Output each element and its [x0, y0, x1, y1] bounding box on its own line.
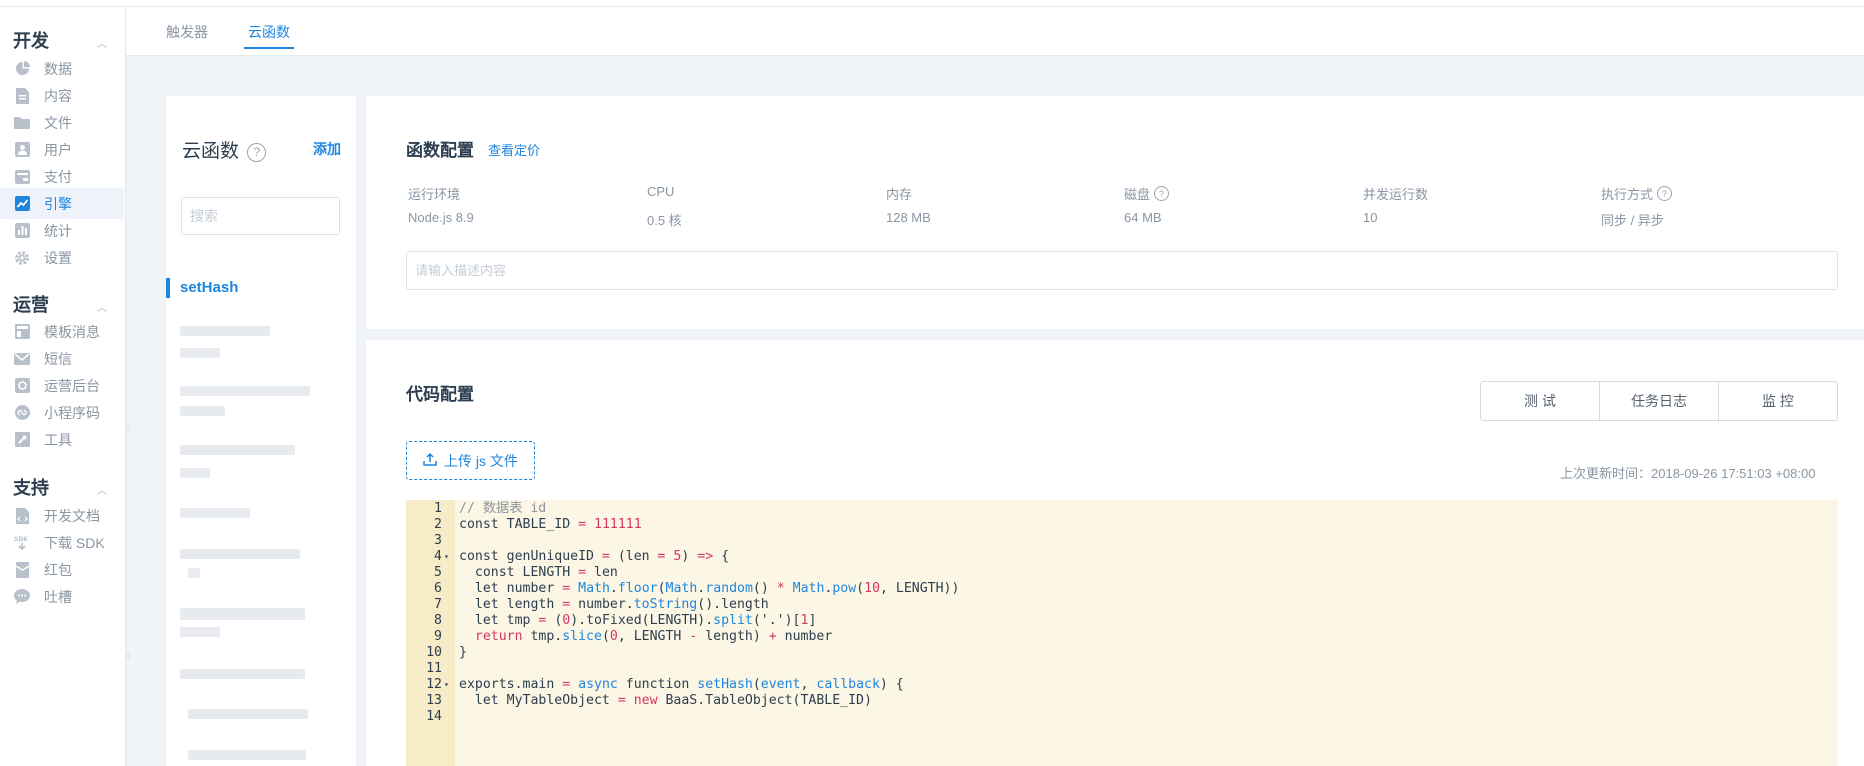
sidebar-item-label: 下载 SDK — [44, 534, 105, 551]
spec-label-concurrency: 并发运行数 — [1363, 184, 1428, 203]
sidebar-item-tools[interactable]: 工具 — [0, 424, 124, 455]
help-icon[interactable]: ? — [247, 142, 267, 162]
function-list-header: 云函数 ? — [182, 136, 267, 163]
chevron-up-icon[interactable]: ︿ — [97, 35, 107, 50]
view-pricing-link[interactable]: 查看定价 — [488, 140, 540, 159]
bar-chart-icon — [13, 222, 31, 240]
svg-text:SDK: SDK — [14, 536, 28, 543]
spec-value-execution-mode: 同步 / 异步 — [1601, 213, 1664, 228]
code-editor[interactable]: 1// 数据表 id 2 const TABLE_ID = 111111 3 4 ▾ con… — [406, 500, 1838, 766]
sidebar-item-label: 内容 — [44, 87, 72, 104]
spec-label-text: 内存 — [886, 187, 913, 202]
upload-label: 上传 js 文件 — [444, 452, 518, 469]
sidebar-item-label: 设置 — [44, 249, 72, 266]
template-icon — [13, 323, 31, 341]
spec-label-text: 运行环境 — [408, 187, 461, 202]
upload-js-button[interactable]: 上传 js 文件 — [406, 441, 535, 480]
spec-value-concurrency: 10 — [1363, 210, 1378, 225]
tab-cloud-functions[interactable]: 云函数 — [248, 22, 290, 42]
spec-label-text: 执行方式 — [1601, 187, 1654, 202]
sidebar-item-label: 工具 — [44, 431, 72, 448]
sidebar-item-label: 支付 — [44, 168, 72, 185]
section-title-develop[interactable]: 开发 — [13, 27, 49, 53]
sidebar-item-label: 用户 — [44, 141, 72, 158]
active-item-indicator — [166, 278, 170, 298]
function-config-title: 函数配置 — [406, 141, 474, 160]
test-button[interactable]: 测 试 — [1481, 382, 1600, 420]
tab-triggers[interactable]: 触发器 — [166, 22, 208, 42]
help-icon[interactable]: ? — [1154, 186, 1170, 201]
function-search-input[interactable] — [181, 197, 340, 235]
sidebar-item-label: 红包 — [44, 561, 72, 578]
sidebar-item-label: 引擎 — [44, 195, 72, 212]
spec-value-cpu: 0.5 核 — [647, 213, 682, 228]
spec-label-cpu: CPU — [647, 184, 674, 199]
spec-label-runtime: 运行环境 — [408, 184, 460, 203]
red-packet-icon — [13, 561, 31, 579]
sdk-icon: SDK — [13, 534, 31, 552]
help-icon[interactable]: ? — [1657, 186, 1673, 201]
spec-value-disk: 64 MB — [1124, 210, 1162, 225]
chevron-up-icon[interactable]: ︿ — [97, 299, 107, 314]
section-title-operations[interactable]: 运营 — [13, 291, 49, 317]
sidebar-resize-handle[interactable] — [125, 423, 130, 432]
document-icon — [13, 87, 31, 105]
wrench-icon — [13, 431, 31, 449]
gear-icon — [13, 249, 31, 267]
top-tab-bar: 触发器 云函数 — [126, 7, 1864, 56]
user-icon — [13, 141, 31, 159]
add-function-button[interactable]: 添加 — [313, 139, 341, 159]
sidebar-item-label: 吐槽 — [44, 588, 72, 605]
wallet-icon — [13, 168, 31, 186]
sidebar-item-label: 短信 — [44, 350, 72, 367]
spec-value-memory: 128 MB — [886, 210, 931, 225]
code-actions-button-group: 测 试 任务日志 监 控 — [1480, 381, 1838, 421]
spec-label-text: 磁盘 — [1124, 187, 1151, 202]
engine-chart-icon — [13, 195, 31, 213]
spec-label-disk: 磁盘 ? — [1124, 184, 1170, 203]
line-number: 14 — [426, 709, 442, 724]
spec-label-text: 并发运行数 — [1363, 187, 1429, 202]
console-icon — [13, 377, 31, 395]
chevron-up-icon[interactable]: ︿ — [97, 482, 107, 497]
upload-icon — [423, 452, 437, 469]
function-list-title: 云函数 — [182, 141, 240, 162]
function-list-item-active[interactable]: setHash — [180, 279, 238, 296]
spec-label-text: CPU — [647, 184, 675, 199]
folder-icon — [13, 114, 31, 132]
spec-label-memory: 内存 — [886, 184, 912, 203]
pie-chart-icon — [13, 60, 31, 78]
miniprogram-icon — [13, 404, 31, 422]
monitor-button[interactable]: 监 控 — [1719, 382, 1837, 420]
chat-bubble-icon — [13, 588, 31, 606]
mail-icon — [13, 350, 31, 368]
spec-label-execution-mode: 执行方式 ? — [1601, 184, 1673, 203]
task-log-button[interactable]: 任务日志 — [1600, 382, 1719, 420]
sidebar-item-label: 数据 — [44, 60, 72, 77]
docs-icon — [13, 507, 31, 525]
active-tab-indicator — [244, 47, 294, 49]
code-line[interactable]: 14 — [406, 707, 1838, 726]
spec-value-runtime: Node.js 8.9 — [408, 210, 474, 225]
last-updated-text: 上次更新时间：2018-09-26 17:51:03 +08:00 — [1560, 466, 1816, 481]
sidebar-item-label: 运营后台 — [44, 377, 100, 394]
sidebar: 开发 ︿ 数据 内容 文件 用户 支付 引擎 统计 设置 运营 ︿ 模板消息 短… — [0, 7, 126, 766]
sidebar-item-label: 文件 — [44, 114, 72, 131]
top-border — [0, 0, 1864, 7]
sidebar-item-label: 模板消息 — [44, 323, 100, 340]
sidebar-item-label: 开发文档 — [44, 507, 100, 524]
sidebar-item-settings[interactable]: 设置 — [0, 242, 124, 273]
section-title-support[interactable]: 支持 — [13, 474, 49, 500]
description-input[interactable] — [406, 251, 1838, 290]
sidebar-resize-handle[interactable] — [125, 651, 130, 660]
function-list-panel: 云函数 ? 添加 setHash — [166, 96, 356, 766]
code-config-title: 代码配置 — [406, 385, 474, 404]
sidebar-item-label: 统计 — [44, 222, 72, 239]
sidebar-item-label: 小程序码 — [44, 404, 100, 421]
sidebar-item-feedback[interactable]: 吐槽 — [0, 581, 124, 612]
